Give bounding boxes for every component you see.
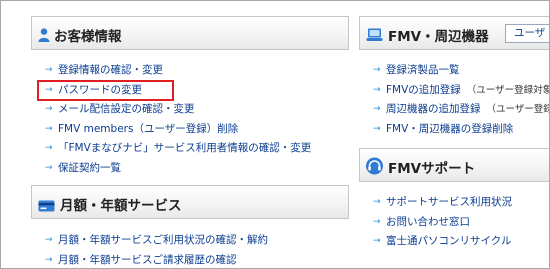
- link-registered-products[interactable]: → 登録済製品一覧: [373, 61, 549, 81]
- arrow-icon: →: [45, 235, 53, 245]
- customer-info-header: お客様情報: [31, 16, 349, 50]
- link-billing-status[interactable]: → 月額・年額サービスご利用状況の確認・解約: [45, 231, 268, 251]
- billing-links: → 月額・年額サービスご利用状況の確認・解約 → 月額・年額サービスご請求履歴の確認: [45, 231, 268, 269]
- link-add-peripheral[interactable]: → 周辺機器の追加登録 （ユーザー登録: [373, 100, 549, 120]
- support-header: FMVサポート: [359, 148, 549, 182]
- support-title: FMVサポート: [388, 161, 476, 177]
- highlight-box: [37, 80, 174, 101]
- link-registration-info[interactable]: → 登録情報の確認・変更: [45, 61, 311, 81]
- link-mail-settings[interactable]: → メール配信設定の確認・変更: [45, 100, 311, 120]
- link-pc-recycle[interactable]: → 富士通パソコンリサイクル: [373, 232, 512, 252]
- arrow-icon: →: [45, 65, 53, 75]
- arrow-icon: →: [45, 254, 53, 265]
- laptop-icon: [366, 27, 383, 46]
- link-delete-membership[interactable]: → FMV members（ユーザー登録）削除: [45, 120, 311, 140]
- person-icon: [38, 27, 50, 46]
- headset-icon: [365, 157, 384, 179]
- billing-title: 月額・年額サービス: [60, 198, 182, 214]
- customer-info-title: お客様情報: [54, 29, 122, 45]
- arrow-icon: →: [373, 65, 381, 75]
- portal-frame: お客様情報 → 登録情報の確認・変更 → パスワードの変更 → メール配信設定の確認・…: [0, 0, 550, 269]
- link-billing-history[interactable]: → 月額・年額サービスご請求履歴の確認: [45, 251, 268, 269]
- link-add-fmv[interactable]: →FMVの追加登録（ユーザー登録対象機: [373, 81, 549, 101]
- credit-card-icon: [38, 197, 55, 216]
- arrow-icon: →: [373, 236, 381, 246]
- link-contact[interactable]: → お問い合わせ窓口: [373, 213, 512, 233]
- arrow-icon: →: [373, 197, 381, 207]
- arrow-icon: →: [373, 123, 381, 134]
- link-support-usage[interactable]: → サポートサービス利用状況: [373, 193, 512, 213]
- billing-header: 月額・年額サービス: [31, 185, 349, 219]
- link-delete-registration[interactable]: → FMV・周辺機器の登録削除: [373, 120, 549, 140]
- user-tab[interactable]: ユーザ: [505, 24, 549, 43]
- arrow-icon: →: [373, 84, 381, 95]
- arrow-icon: →: [373, 104, 381, 114]
- fmv-devices-title: FMV・周辺機器: [388, 29, 489, 45]
- link-warranty-list[interactable]: → 保証契約一覧: [45, 159, 311, 179]
- arrow-icon: →: [45, 162, 53, 173]
- support-links: → サポートサービス利用状況 → お問い合わせ窓口 → 富士通パソコンリサイクル: [373, 193, 512, 252]
- customer-info-links: → 登録情報の確認・変更 → パスワードの変更 → メール配信設定の確認・変更 → FM…: [45, 61, 311, 178]
- fmv-devices-links: →登録済製品一覧 →FMVの追加登録（ユーザー登録対象機 →周辺機器の追加登録（…: [373, 61, 549, 140]
- arrow-icon: →: [45, 143, 53, 153]
- arrow-icon: →: [45, 104, 53, 114]
- link-manabi-navi[interactable]: → 「FMVまなびナビ」サービス利用者情報の確認・変更: [45, 139, 311, 159]
- arrow-icon: →: [373, 216, 381, 227]
- arrow-icon: →: [45, 123, 53, 134]
